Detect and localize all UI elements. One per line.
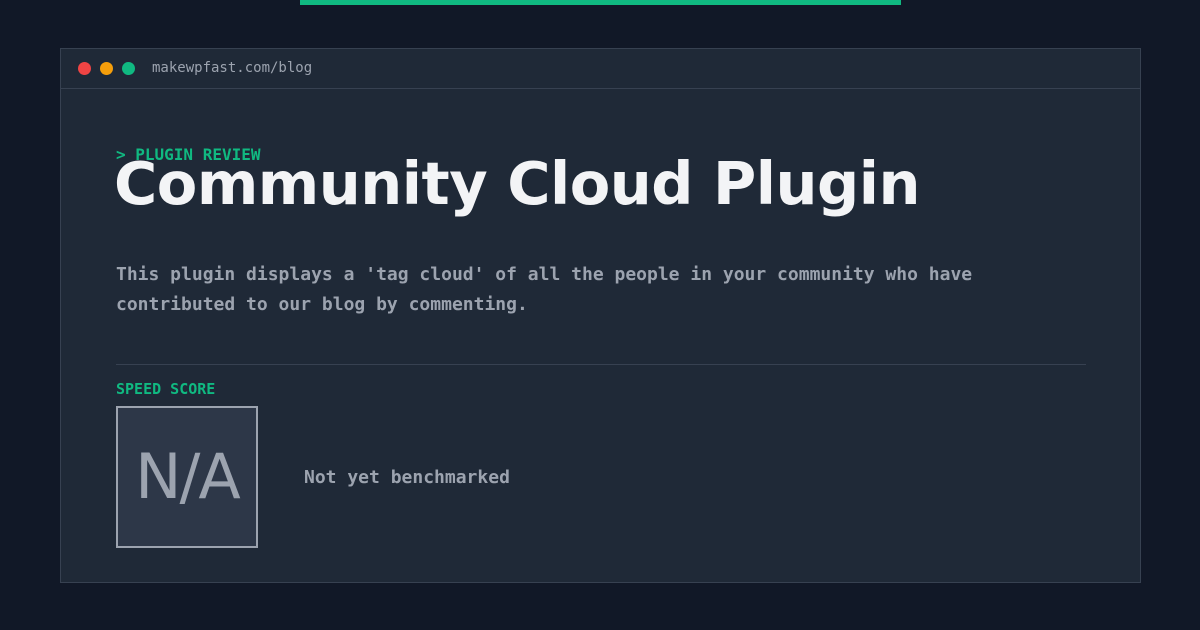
top-accent-bar bbox=[300, 0, 901, 5]
page-title: Community Cloud Plugin bbox=[114, 149, 920, 218]
plugin-description: This plugin displays a 'tag cloud' of al… bbox=[116, 264, 973, 315]
close-dot-icon[interactable] bbox=[78, 62, 91, 75]
minimize-dot-icon[interactable] bbox=[100, 62, 113, 75]
speed-score-box: N/A bbox=[116, 406, 258, 548]
url-text: makewpfast.com/blog bbox=[152, 60, 313, 76]
maximize-dot-icon[interactable] bbox=[122, 62, 135, 75]
speed-score-label: SPEED SCORE bbox=[116, 380, 216, 398]
divider bbox=[116, 364, 1086, 365]
speed-score-value: N/A bbox=[135, 440, 241, 513]
browser-window: makewpfast.com/blog > PLUGIN REVIEW Comm… bbox=[60, 48, 1141, 583]
window-titlebar: makewpfast.com/blog bbox=[61, 49, 1140, 89]
benchmark-status: Not yet benchmarked bbox=[304, 467, 510, 488]
